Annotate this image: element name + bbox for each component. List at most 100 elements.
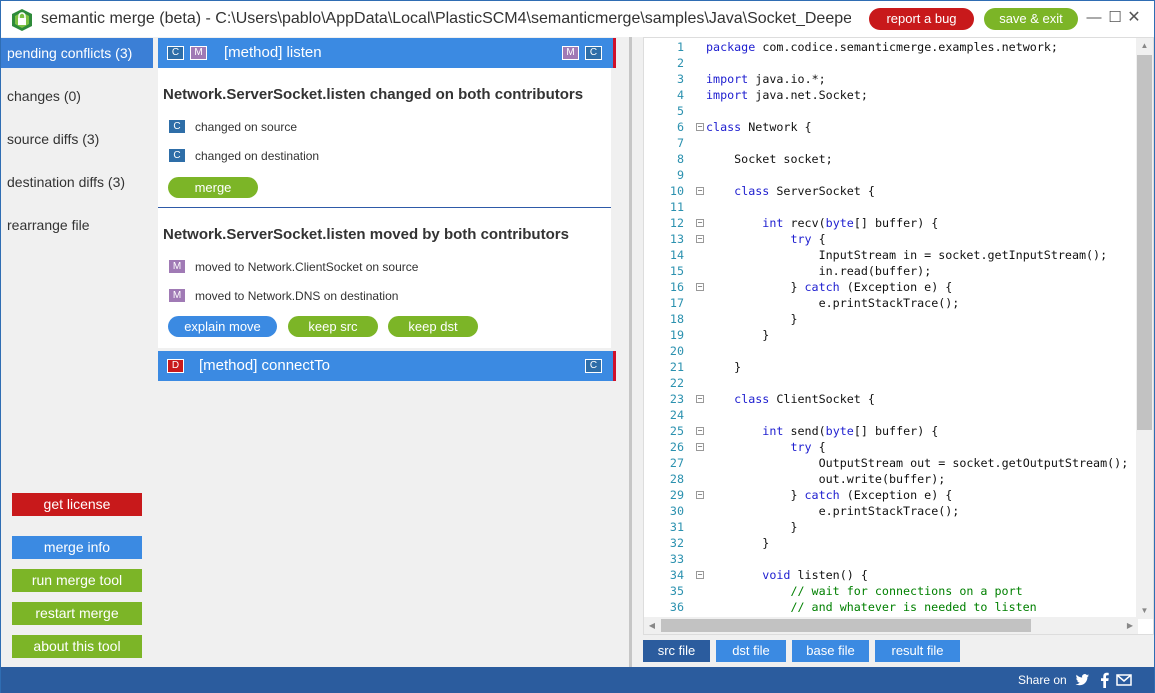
code-line: 24: [644, 407, 1139, 423]
title-bar: semantic merge (beta) - C:\Users\pablo\A…: [1, 1, 1154, 37]
scroll-right-icon[interactable]: ▶: [1122, 617, 1138, 634]
code-line: 16 − } catch (Exception e) {: [644, 279, 1139, 295]
collapse-icon[interactable]: −: [696, 491, 704, 499]
line-number: 34: [669, 568, 684, 582]
scroll-left-icon[interactable]: ◀: [644, 617, 660, 634]
code-line: 6 − class Network {: [644, 119, 1139, 135]
line-number: 5: [676, 104, 684, 118]
sidebar-item-pending-conflicts[interactable]: pending conflicts (3): [1, 38, 153, 68]
collapse-icon[interactable]: −: [696, 443, 704, 451]
keep-src-button[interactable]: keep src: [288, 316, 378, 337]
keep-dst-button[interactable]: keep dst: [388, 316, 478, 337]
code-editor[interactable]: 1 package com.codice.semanticmerge.exampl…: [643, 37, 1154, 635]
code-line: 23 − class ClientSocket {: [644, 391, 1139, 407]
code-text: }: [706, 360, 742, 374]
window-title: semantic merge (beta) - C:\Users\pablo\A…: [41, 10, 851, 27]
sidebar: pending conflicts (3) changes (0) source…: [1, 37, 153, 667]
code-line: 15 in.read(buffer);: [644, 263, 1139, 279]
tab-result-file[interactable]: result file: [875, 640, 960, 662]
deleted-badge: D: [167, 359, 184, 373]
code-line: 29 − } catch (Exception e) {: [644, 487, 1139, 503]
code-line: 26 − try {: [644, 439, 1139, 455]
line-number: 36: [669, 600, 684, 614]
sidebar-item-rearrange-file[interactable]: rearrange file: [1, 210, 153, 240]
line-number: 22: [669, 376, 684, 390]
line-number: 8: [676, 152, 684, 166]
changed-badge: C: [169, 149, 185, 162]
code-text: class Network {: [706, 120, 812, 134]
line-number: 24: [669, 408, 684, 422]
line-number: 12: [669, 216, 684, 230]
maximize-icon[interactable]: ☐: [1106, 9, 1124, 27]
code-text: int recv(byte[] buffer) {: [762, 216, 939, 230]
code-line: 25 − int send(byte[] buffer) {: [644, 423, 1139, 439]
vertical-scrollbar[interactable]: ▲ ▼: [1136, 38, 1153, 619]
code-panel: 1 package com.codice.semanticmerge.exampl…: [632, 37, 1154, 667]
twitter-icon[interactable]: [1073, 671, 1091, 689]
line-number: 28: [669, 472, 684, 486]
moved-badge: M: [190, 46, 207, 60]
changed-badge: C: [585, 46, 602, 60]
facebook-icon[interactable]: [1096, 671, 1114, 689]
section-title: Network.ServerSocket.listen moved by bot…: [163, 226, 569, 243]
tab-src-file[interactable]: src file: [643, 640, 710, 662]
close-icon[interactable]: ✕: [1125, 9, 1143, 27]
minimize-icon[interactable]: —: [1085, 9, 1103, 27]
collapse-icon[interactable]: −: [696, 219, 704, 227]
line-number: 30: [669, 504, 684, 518]
report-bug-button[interactable]: report a bug: [869, 8, 974, 30]
collapse-icon[interactable]: −: [696, 571, 704, 579]
conflict-header-connectto[interactable]: D [method] connectTo C: [158, 351, 616, 381]
tab-base-file[interactable]: base file: [792, 640, 869, 662]
sidebar-item-changes[interactable]: changes (0): [1, 81, 153, 111]
conflicts-panel: C M [method] listen M C Network.ServerSo…: [153, 37, 631, 667]
code-line: 28 out.write(buffer);: [644, 471, 1139, 487]
conflict-header-listen[interactable]: C M [method] listen M C: [158, 38, 616, 68]
sidebar-item-source-diffs[interactable]: source diffs (3): [1, 124, 153, 154]
restart-merge-button[interactable]: restart merge: [12, 602, 142, 625]
merge-info-button[interactable]: merge info: [12, 536, 142, 559]
collapse-icon[interactable]: −: [696, 427, 704, 435]
code-text: }: [706, 536, 770, 550]
code-line: 5: [644, 103, 1139, 119]
code-line: 2: [644, 55, 1139, 71]
line-number: 23: [669, 392, 684, 406]
code-line: 35 // wait for connections on a port: [644, 583, 1139, 599]
code-text: out.write(buffer);: [818, 472, 946, 486]
section-title: Network.ServerSocket.listen changed on b…: [163, 86, 584, 103]
code-line: 13 − try {: [644, 231, 1139, 247]
code-text: class ServerSocket {: [734, 184, 875, 198]
code-line: 30 e.printStackTrace();: [644, 503, 1139, 519]
mail-icon[interactable]: [1115, 671, 1133, 689]
code-line: 14 InputStream in = socket.getInputStrea…: [644, 247, 1139, 263]
code-text: try {: [790, 440, 826, 454]
scroll-down-icon[interactable]: ▼: [1136, 603, 1153, 619]
collapse-icon[interactable]: −: [696, 187, 704, 195]
code-text: } catch (Exception e) {: [706, 488, 953, 502]
save-exit-button[interactable]: save & exit: [984, 8, 1078, 30]
code-line: 7: [644, 135, 1139, 151]
semanticmerge-logo-icon: [12, 9, 32, 31]
merge-button[interactable]: merge: [168, 177, 258, 198]
get-license-button[interactable]: get license: [12, 493, 142, 516]
changed-badge: C: [167, 46, 184, 60]
tab-dst-file[interactable]: dst file: [716, 640, 786, 662]
scroll-thumb[interactable]: [661, 619, 1031, 632]
code-text: in.read(buffer);: [818, 264, 932, 278]
scroll-thumb[interactable]: [1137, 55, 1152, 430]
code-text: // wait for connections on a port: [706, 584, 1023, 598]
about-tool-button[interactable]: about this tool: [12, 635, 142, 658]
collapse-icon[interactable]: −: [696, 283, 704, 291]
explain-move-button[interactable]: explain move: [168, 316, 277, 337]
code-line: 20: [644, 343, 1139, 359]
sidebar-item-destination-diffs[interactable]: destination diffs (3): [1, 167, 153, 197]
code-text: class ClientSocket {: [734, 392, 875, 406]
code-line: 21 }: [644, 359, 1139, 375]
collapse-icon[interactable]: −: [696, 235, 704, 243]
collapse-icon[interactable]: −: [696, 395, 704, 403]
collapse-icon[interactable]: −: [696, 123, 704, 131]
scroll-up-icon[interactable]: ▲: [1136, 38, 1153, 54]
change-text: moved to Network.ClientSocket on source: [195, 260, 419, 274]
run-merge-tool-button[interactable]: run merge tool: [12, 569, 142, 592]
horizontal-scrollbar[interactable]: ◀ ▶: [644, 617, 1138, 634]
